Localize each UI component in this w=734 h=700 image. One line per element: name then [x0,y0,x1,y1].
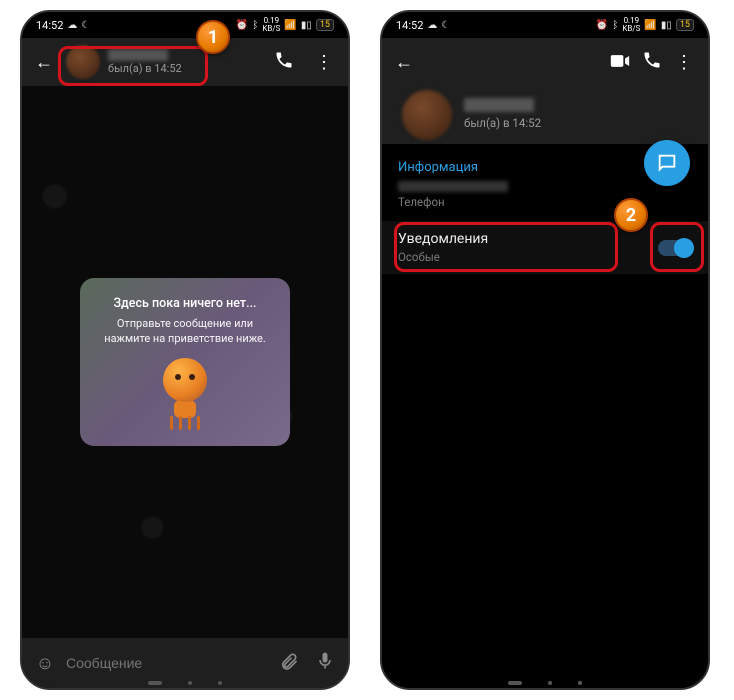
moon-icon: ☾ [81,20,90,31]
back-button[interactable]: ← [30,52,58,73]
notifications-toggle[interactable] [658,240,692,256]
phone-chat-screen: 14:52 ☁ ☾ ⏰ ᛒ 0.19KB/S 📶 ▮▯ 15 ← был(а) … [20,10,350,690]
back-button[interactable]: ← [390,52,418,73]
status-bar: 14:52 ☁ ☾ ⏰ ᛒ 0.19KB/S 📶 ▮▯ 15 [22,12,348,38]
empty-subtitle: Отправьте сообщение или нажмите на приве… [94,317,276,347]
message-input[interactable] [66,655,268,671]
chat-body: Здесь пока ничего нет... Отправьте сообщ… [22,86,348,638]
battery-indicator: 15 [676,19,694,31]
chat-header: ← был(а) в 14:52 ⋮ [22,38,348,86]
android-nav-bar [508,681,582,685]
notifications-title: Уведомления [398,231,658,247]
net-speed: 0.19KB/S [622,17,640,33]
signal-icon: ▮▯ [661,20,672,31]
contact-avatar[interactable] [66,45,100,79]
bluetooth-icon: ᛒ [612,20,618,31]
attach-button[interactable] [274,651,304,676]
message-fab[interactable] [644,140,690,186]
status-time: 14:52 [36,19,63,32]
alarm-icon: ⏰ [596,20,608,31]
status-time: 14:52 [396,19,423,32]
notifications-subtitle: Особые [398,250,658,264]
bluetooth-icon: ᛒ [252,20,258,31]
contact-name [108,49,168,61]
contact-header-tap-area[interactable]: был(а) в 14:52 [108,49,260,75]
empty-state-card[interactable]: Здесь пока ничего нет... Отправьте сообщ… [80,278,290,447]
greeting-sticker[interactable] [150,358,220,428]
weather-icon: ☁ [427,20,437,31]
profile-body: Информация Телефон Уведомления Особые [382,144,708,688]
phone-label: Телефон [382,192,708,221]
android-nav-bar [148,681,222,685]
profile-name [464,98,534,112]
phone-value[interactable] [398,181,508,192]
call-button[interactable] [636,50,668,75]
more-menu-button[interactable]: ⋮ [668,52,700,73]
signal-icon: ▮▯ [301,20,312,31]
video-call-button[interactable] [604,52,636,73]
voice-button[interactable] [310,651,340,676]
profile-header: ← ⋮ был(а) в 14:52 [382,38,708,144]
profile-last-seen: был(а) в 14:52 [464,116,700,130]
status-bar: 14:52 ☁ ☾ ⏰ ᛒ 0.19KB/S 📶 ▮▯ 15 [382,12,708,38]
wifi-icon: 📶 [284,20,296,31]
net-speed: 0.19KB/S [262,17,280,33]
notifications-row[interactable]: Уведомления Особые [382,221,708,274]
alarm-icon: ⏰ [236,20,248,31]
last-seen-label: был(а) в 14:52 [108,63,260,75]
weather-icon: ☁ [67,20,77,31]
phone-profile-screen: 14:52 ☁ ☾ ⏰ ᛒ 0.19KB/S 📶 ▮▯ 15 ← [380,10,710,690]
battery-indicator: 15 [316,19,334,31]
emoji-button[interactable]: ☺ [30,653,60,674]
empty-title: Здесь пока ничего нет... [94,296,276,311]
more-menu-button[interactable]: ⋮ [308,52,340,73]
call-button[interactable] [268,50,300,75]
wifi-icon: 📶 [644,20,656,31]
moon-icon: ☾ [441,20,450,31]
profile-avatar[interactable] [402,90,452,140]
